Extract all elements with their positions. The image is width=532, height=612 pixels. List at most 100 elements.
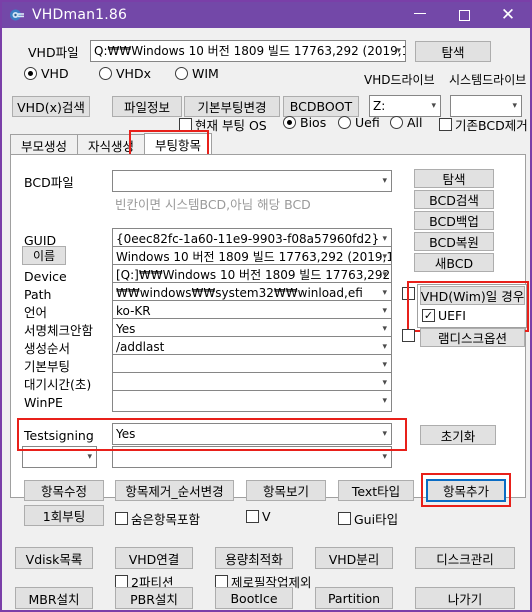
vhd-file-label: VHD파일 bbox=[28, 45, 79, 60]
vhd-attach-button[interactable]: VHD연결 bbox=[115, 547, 193, 569]
vdisk-list-button[interactable]: Vdisk목록 bbox=[15, 547, 93, 569]
radio-wim[interactable]: WIM bbox=[175, 66, 219, 81]
minimize-button[interactable] bbox=[398, 2, 442, 28]
tab-boot-entries[interactable]: 부팅항목 bbox=[144, 133, 213, 155]
vhd-search-button[interactable]: VHD(x)검색 bbox=[12, 96, 90, 117]
vhd-wim-enable-checkbox[interactable] bbox=[402, 287, 418, 300]
browse-bcd-button[interactable]: 탐색 bbox=[414, 169, 494, 188]
close-icon: ✕ bbox=[500, 4, 516, 25]
v-checkbox[interactable]: V bbox=[246, 509, 271, 524]
radio-vhdx-label: VHDx bbox=[116, 66, 151, 81]
system-drive-label: 시스템드라이브 bbox=[449, 73, 527, 87]
system-drive-combo[interactable]: ▾ bbox=[450, 95, 522, 117]
language-label: 언어 bbox=[24, 305, 48, 320]
tab-strip: 부모생성 자식생성 부팅항목 bbox=[10, 133, 213, 155]
checkbox-icon bbox=[115, 512, 128, 525]
radio-vhdx[interactable]: VHDx bbox=[99, 66, 151, 81]
maximize-button[interactable] bbox=[442, 2, 486, 28]
radio-bios[interactable]: Bios bbox=[283, 115, 326, 130]
radio-uefi-label: Uefi bbox=[355, 115, 380, 130]
add-entry-button[interactable]: 항목추가 bbox=[426, 479, 506, 502]
bcd-backup-button[interactable]: BCD백업 bbox=[414, 211, 494, 230]
testsigning-value: Yes bbox=[116, 427, 136, 441]
checkbox-icon: ✓ bbox=[422, 309, 435, 322]
vhd-drive-value: Z: bbox=[373, 99, 386, 113]
vhd-file-value: Q:₩₩Windows 10 버전 1809 빌드 17763,292 (201… bbox=[94, 44, 405, 58]
radio-vhd-icon bbox=[24, 67, 37, 80]
bcdboot-button[interactable]: BCDBOOT bbox=[283, 96, 359, 117]
close-button[interactable]: ✕ bbox=[486, 2, 530, 28]
winpe-combo[interactable]: ▾ bbox=[112, 390, 392, 412]
current-boot-os-label: 현재 부팅 OS bbox=[195, 118, 267, 133]
chevron-down-icon: ▾ bbox=[431, 101, 436, 111]
change-default-boot-button[interactable]: 기본부팅변경 bbox=[184, 96, 280, 117]
radio-all[interactable]: All bbox=[390, 115, 423, 130]
vhd-drive-combo[interactable]: Z: ▾ bbox=[369, 95, 441, 117]
boot-once-button[interactable]: 1회부팅 bbox=[24, 505, 104, 526]
vhd-drive-label: VHD드라이브 bbox=[364, 73, 435, 87]
tab-parent-create[interactable]: 부모생성 bbox=[10, 134, 79, 155]
bcd-search-button[interactable]: BCD검색 bbox=[414, 190, 494, 209]
gui-type-checkbox[interactable]: Gui타입 bbox=[338, 509, 398, 528]
bcd-restore-button[interactable]: BCD복원 bbox=[414, 232, 494, 251]
pbr-install-button[interactable]: PBR설치 bbox=[115, 587, 193, 609]
vhdman-window: VHDman1.86 ✕ VHD파일 Q:₩₩Windows 10 버전 180… bbox=[0, 0, 532, 612]
remove-reorder-entry-button[interactable]: 항목제거_순서변경 bbox=[115, 480, 234, 501]
bcd-file-label: BCD파일 bbox=[24, 175, 74, 190]
radio-vhd-label: VHD bbox=[41, 66, 69, 81]
default-boot-label: 기본부팅 bbox=[24, 359, 71, 374]
checkbox-icon bbox=[246, 510, 259, 523]
uefi-checkbox[interactable]: ✓ UEFI bbox=[422, 308, 466, 323]
path-label: Path bbox=[24, 287, 52, 302]
mbr-install-button[interactable]: MBR설치 bbox=[15, 587, 93, 609]
testsigning-combo[interactable]: Yes ▾ bbox=[112, 423, 392, 445]
radio-bios-icon bbox=[283, 116, 296, 129]
radio-wim-label: WIM bbox=[192, 66, 219, 81]
browse-vhd-button[interactable]: 탐색 bbox=[415, 41, 491, 62]
partition-button[interactable]: Partition bbox=[315, 587, 393, 609]
vhd-detach-button[interactable]: VHD분리 bbox=[315, 547, 393, 569]
extra-wide-combo[interactable]: ▾ bbox=[112, 446, 392, 468]
checkbox-icon bbox=[402, 287, 415, 300]
vhd-file-combo[interactable]: Q:₩₩Windows 10 버전 1809 빌드 17763,292 (201… bbox=[90, 40, 406, 62]
name-button[interactable]: 이름 bbox=[22, 246, 66, 265]
bcd-file-hint: 빈칸이면 시스템BCD,아님 해당 BCD bbox=[115, 197, 311, 212]
current-boot-os-checkbox[interactable]: 현재 부팅 OS bbox=[179, 115, 267, 134]
checkbox-icon bbox=[338, 512, 351, 525]
ramdisk-option-button[interactable]: 램디스크옵션 bbox=[420, 328, 525, 347]
radio-wim-icon bbox=[175, 67, 188, 80]
chevron-down-icon: ▾ bbox=[382, 396, 387, 406]
exit-button[interactable]: 나가기 bbox=[415, 587, 515, 609]
reset-button[interactable]: 초기화 bbox=[420, 425, 496, 445]
bootice-button[interactable]: BootIce bbox=[215, 587, 293, 609]
chevron-down-icon: ▾ bbox=[512, 101, 517, 111]
radio-bios-label: Bios bbox=[300, 115, 327, 130]
v-label: V bbox=[262, 509, 271, 524]
radio-vhd[interactable]: VHD bbox=[24, 66, 69, 81]
checkbox-icon bbox=[179, 118, 192, 131]
file-info-button[interactable]: 파일정보 bbox=[112, 96, 182, 117]
extra-small-combo[interactable]: ▾ bbox=[22, 446, 97, 468]
disk-management-button[interactable]: 디스크관리 bbox=[415, 547, 515, 569]
text-type-button[interactable]: Text타입 bbox=[338, 480, 414, 501]
ramdisk-enable-checkbox[interactable] bbox=[402, 329, 418, 342]
window-controls: ✕ bbox=[398, 2, 530, 28]
title-bar: VHDman1.86 ✕ bbox=[2, 2, 530, 28]
include-hidden-entries-label: 숨은항목포함 bbox=[131, 512, 201, 527]
radio-uefi[interactable]: Uefi bbox=[338, 115, 380, 130]
checkbox-icon bbox=[439, 118, 452, 131]
chevron-down-icon: ▾ bbox=[382, 429, 387, 439]
view-entry-button[interactable]: 항목보기 bbox=[246, 480, 326, 501]
edit-entry-button[interactable]: 항목수정 bbox=[24, 480, 104, 501]
include-hidden-entries-checkbox[interactable]: 숨은항목포함 bbox=[115, 509, 200, 528]
timeout-label: 대기시간(초) bbox=[24, 377, 92, 392]
new-bcd-button[interactable]: 새BCD bbox=[414, 253, 494, 272]
optimize-size-button[interactable]: 용량최적화 bbox=[215, 547, 293, 569]
chevron-down-icon: ▾ bbox=[87, 452, 92, 462]
tab-child-create[interactable]: 자식생성 bbox=[77, 134, 146, 155]
uefi-label: UEFI bbox=[438, 308, 466, 323]
bcd-file-combo[interactable]: ▾ bbox=[112, 170, 392, 192]
remove-existing-bcd-checkbox[interactable]: 기존BCD제거 bbox=[439, 115, 528, 134]
testsigning-label: Testsigning bbox=[24, 428, 94, 443]
vhd-wim-title-button[interactable]: VHD(Wim)일 경우 bbox=[420, 286, 525, 305]
